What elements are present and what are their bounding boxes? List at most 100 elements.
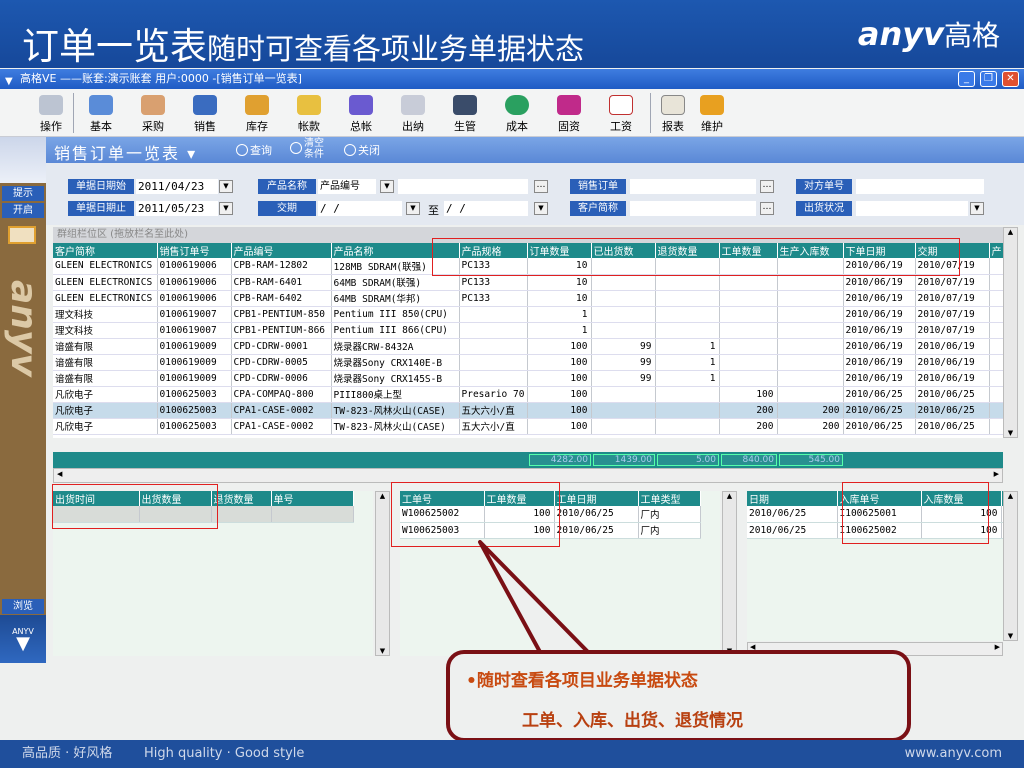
toolbar-sales[interactable]: 销售 [182, 93, 228, 134]
table-row[interactable]: 理文科技 0100619007 CPB1-PENTIUM-866 Pentium II… [53, 322, 1003, 339]
column-header[interactable]: 日期 [747, 491, 838, 506]
date-end-dropdown[interactable]: ▼ [219, 202, 233, 215]
search-icon [236, 144, 248, 156]
shipment-scrollbar[interactable]: ▲ ▼ [375, 491, 390, 656]
toolbar-salary[interactable]: 工资 [598, 93, 644, 134]
brand-name-cn: 高格 [943, 19, 1000, 52]
table-cell: 2010/06/25 [843, 418, 916, 435]
toolbar-inventory[interactable]: 库存 [234, 93, 280, 134]
workorder-scrollbar[interactable]: ▲▼ [722, 491, 737, 656]
slide-title-sub: 随时可查看各项业务单据状态 [207, 32, 585, 66]
column-header[interactable]: 产品编号 [231, 243, 332, 258]
delivery-from-input[interactable]: / / [318, 201, 402, 216]
delivery-to-input[interactable]: / / [444, 201, 528, 216]
table-cell: 谙盛有限 [53, 354, 158, 371]
toolbar-operate[interactable]: 操作 [28, 93, 74, 134]
tab-title[interactable]: 销售订单一览表 ▾ [54, 140, 197, 164]
column-header[interactable]: 单号 [271, 491, 354, 506]
ship-status-dropdown[interactable]: ▼ [970, 202, 984, 215]
toolbar-accounts[interactable]: 帐款 [286, 93, 332, 134]
customer-browse-button[interactable]: … [760, 202, 774, 215]
toolbar-label: 操作 [40, 120, 62, 133]
table-row[interactable]: 理文科技 0100619007 CPB1-PENTIUM-850 Pentium II… [53, 306, 1003, 323]
table-cell: 2010/07/19 [915, 322, 990, 339]
callout-pointer [478, 540, 590, 654]
column-header[interactable]: 工单日期 [554, 491, 639, 506]
table-cell: 2010/06/19 [915, 354, 990, 371]
table-cell: TW-823-风林火山(CASE) [331, 402, 460, 419]
sidebar-start-button[interactable]: 开启 [2, 203, 44, 218]
toolbar-assets[interactable]: 固资 [546, 93, 592, 134]
close-label: 关闭 [358, 144, 380, 157]
folder-icon [193, 95, 217, 115]
table-row[interactable]: 谙盛有限 0100619009 CPD-CDRW-0001 烧录器CRW-8432A 1… [53, 338, 1003, 355]
book-icon [349, 95, 373, 115]
toolbar-cashier[interactable]: 出纳 [390, 93, 436, 134]
table-row[interactable]: 谙盛有限 0100619009 CPD-CDRW-0005 烧录器Sony CRX14… [53, 354, 1003, 371]
grid-totals-row: 4282.00 1439.00 5.00 840.00 545.00 [53, 452, 1003, 468]
table-cell [591, 274, 656, 291]
counter-no-input[interactable] [856, 179, 984, 194]
table-row[interactable]: 谙盛有限 0100619009 CPD-CDRW-0006 烧录器Sony CRX14… [53, 370, 1003, 387]
toolbar-production[interactable]: 生管 [442, 93, 488, 134]
table-cell: 0100619006 [157, 274, 232, 291]
table-row[interactable]: 凡欣电子 0100625003 CPA1-CASE-0002 TW-823-风林火山(… [53, 418, 1003, 435]
sales-order-input[interactable] [630, 179, 756, 194]
table-cell [591, 402, 656, 419]
close-window-button[interactable]: ✕ [1002, 71, 1019, 87]
toolbar-cost[interactable]: 成本 [494, 93, 540, 134]
table-cell: 100 [527, 354, 592, 371]
table-cell: 1 [655, 370, 720, 387]
stockin-vscrollbar[interactable]: ▲ ▼ [1003, 491, 1018, 641]
footer-url[interactable]: www.anyv.com [905, 740, 1002, 768]
close-tab-button[interactable]: 关闭 [344, 142, 380, 158]
table-cell: 2010/06/25 [843, 386, 916, 403]
clear-conditions-button[interactable]: 清空条件 [290, 138, 350, 160]
ship-status-select[interactable] [856, 201, 968, 216]
footer-slogan: 高品质 · 好风格 [22, 746, 113, 761]
date-end-input[interactable]: 2011/05/23 [136, 201, 218, 216]
date-start-input[interactable]: 2011/04/23 [136, 179, 218, 194]
main-vertical-scrollbar[interactable]: ▲ ▼ [1003, 227, 1018, 438]
toolbar-ledger[interactable]: 总帐 [338, 93, 384, 134]
toolbar-purchase[interactable]: 采购 [130, 93, 176, 134]
column-header[interactable]: 销售订单号 [157, 243, 232, 258]
toolbar-label: 维护 [701, 120, 723, 133]
delivery-to-dropdown[interactable]: ▼ [534, 202, 548, 215]
sales-order-browse-button[interactable]: … [760, 180, 774, 193]
total-stockin-qty: 545.00 [779, 454, 843, 466]
table-cell [719, 322, 778, 339]
brand-name: anyv [857, 15, 944, 53]
table-row[interactable]: GLEEN ELECTRONICS 0100619006 CPB-RAM-6401 6… [53, 274, 1003, 291]
table-cell: 100 [527, 370, 592, 387]
product-browse-button[interactable]: … [534, 180, 548, 193]
column-header[interactable]: 退货数量 [211, 491, 272, 506]
date-start-dropdown[interactable]: ▼ [219, 180, 233, 193]
product-name-input[interactable] [398, 179, 528, 194]
query-button[interactable]: 查询 [236, 142, 272, 158]
main-horizontal-scrollbar[interactable]: ◀ ▶ [53, 468, 1003, 483]
table-row[interactable]: GLEEN ELECTRONICS 0100619006 CPB-RAM-6402 6… [53, 290, 1003, 307]
toolbar-label: 工资 [610, 120, 632, 133]
sidebar-tip-button[interactable]: 提示 [2, 186, 44, 201]
customer-input[interactable] [630, 201, 756, 216]
table-row[interactable]: 凡欣电子 0100625003 CPA1-CASE-0002 TW-823-风林火山(… [53, 402, 1003, 419]
column-header[interactable]: 客户简称 [53, 243, 158, 258]
product-code-dropdown[interactable]: ▼ [380, 180, 394, 193]
table-cell: 2010/06/25 [554, 522, 639, 539]
column-header[interactable]: 工单类型 [638, 491, 701, 506]
product-code-select[interactable]: 产品编号 [318, 179, 376, 194]
restore-button[interactable]: ❐ [980, 71, 997, 87]
minimize-button[interactable]: _ [958, 71, 975, 87]
toolbar-basic[interactable]: 基本 [78, 93, 124, 134]
sidebar-module-icon[interactable] [8, 226, 36, 244]
table-cell [777, 274, 844, 291]
table-cell [655, 402, 720, 419]
column-header[interactable]: 产 [989, 243, 1003, 258]
sidebar-browse-button[interactable]: 浏览 [2, 599, 44, 614]
slide-title: 订单一览表随时可查看各项业务单据状态 [22, 16, 584, 70]
table-row[interactable]: 凡欣电子 0100625003 CPA-COMPAQ-800 PIII800桌上型 Pr… [53, 386, 1003, 403]
delivery-from-dropdown[interactable]: ▼ [406, 202, 420, 215]
toolbar-maintain[interactable]: 维护 [689, 93, 735, 134]
highlight-quantity-columns [432, 238, 960, 276]
